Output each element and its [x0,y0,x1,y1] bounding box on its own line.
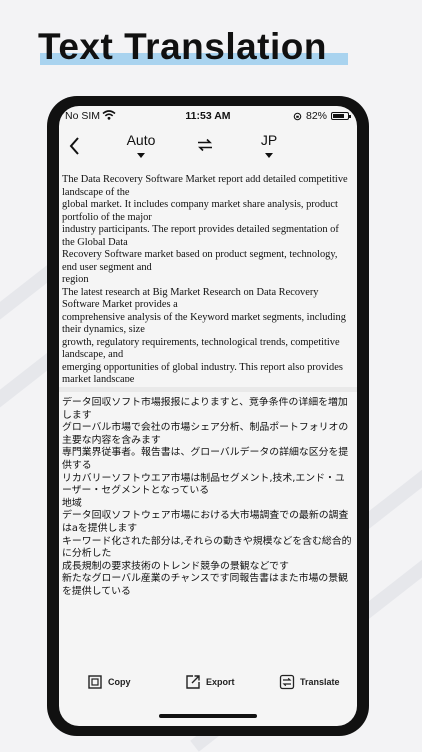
home-indicator [159,714,257,718]
copy-label: Copy [108,677,131,687]
export-label: Export [206,677,235,687]
translate-icon [279,674,295,690]
copy-icon [88,675,102,689]
swap-languages-button[interactable] [196,138,214,152]
app-screen: No SIM 11:53 AM 82% Auto JP The Data Rec… [59,106,357,726]
export-icon [186,675,200,689]
status-bar: No SIM 11:53 AM 82% [59,106,357,126]
battery-icon [331,112,351,120]
battery-level [333,114,345,118]
chevron-down-icon [265,153,273,158]
source-text-area[interactable]: The Data Recovery Software Market report… [62,174,354,382]
source-language-selector[interactable]: Auto [119,132,163,158]
target-language-label: JP [260,132,278,148]
status-right: 82% [293,110,351,122]
copy-button[interactable]: Copy [87,674,131,690]
battery-percent: 82% [305,110,327,122]
export-button[interactable]: Export [185,674,235,690]
orientation-lock-icon [293,112,302,120]
translate-label: Translate [300,677,340,687]
back-button[interactable] [65,134,85,158]
chevron-down-icon [137,153,145,158]
headline-block: Text Translation [38,26,348,68]
source-language-label: Auto [126,132,156,148]
bottom-toolbar: Copy Export Translate [59,674,357,698]
headline: Text Translation [38,26,327,67]
target-language-selector[interactable]: JP [253,132,285,158]
translation-nav: Auto JP [59,132,357,166]
phone-frame: No SIM 11:53 AM 82% Auto JP The Data Rec… [47,96,369,736]
divider [59,387,357,392]
translate-button[interactable]: Translate [279,674,340,690]
translated-text-area[interactable]: データ回収ソフト市場报报によりますと、竞争条件の详細を増加します グローバル市場… [62,397,354,647]
